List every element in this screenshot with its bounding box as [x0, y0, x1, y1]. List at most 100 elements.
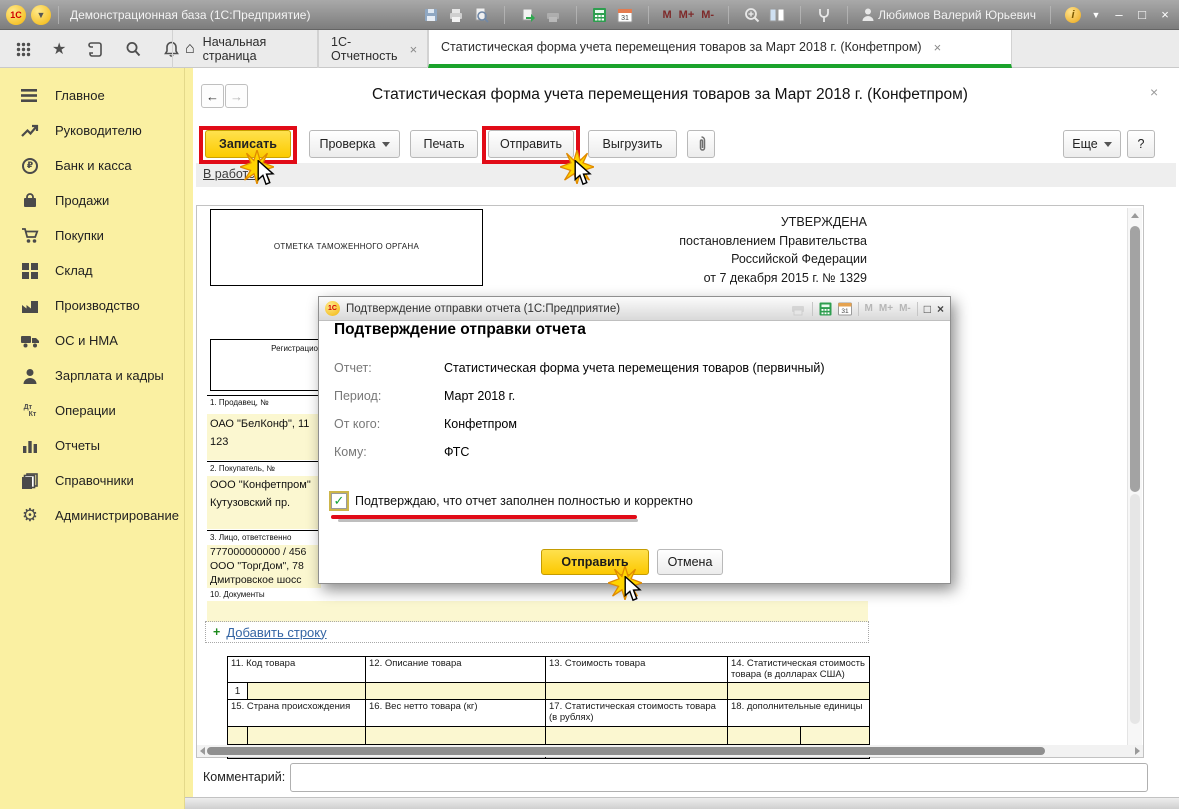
sidebar-item-warehouse[interactable]: Склад: [0, 253, 184, 288]
confirm-checkbox-label: Подтверждаю, что отчет заполнен полность…: [355, 494, 693, 508]
approved-block: УТВЕРЖДЕНА постановлением Правительства …: [557, 213, 867, 287]
print-icon[interactable]: [447, 6, 465, 24]
divider: [857, 301, 859, 316]
seller-label: 1. Продавец, №: [210, 398, 269, 407]
memory-mminus-button[interactable]: M-: [701, 9, 714, 21]
tab-1c-reporting[interactable]: 1С-Отчетность ×: [318, 30, 428, 68]
seller-input[interactable]: ОАО "БелКонф", 11 123: [207, 414, 321, 460]
forward-button[interactable]: →: [225, 84, 248, 108]
sidebar-item-bank-cash[interactable]: ₽ Банк и касса: [0, 148, 184, 183]
dialog-close-button[interactable]: ×: [937, 302, 944, 316]
approved-line: Российской Федерации: [731, 252, 867, 266]
zoom-icon[interactable]: [743, 6, 761, 24]
calculator-icon[interactable]: [819, 302, 832, 316]
calendar-icon[interactable]: 31: [837, 302, 852, 316]
more-button[interactable]: Еще: [1063, 130, 1121, 158]
scroll-right-icon[interactable]: [1135, 747, 1140, 755]
add-row-link[interactable]: Добавить строку: [226, 625, 326, 640]
tools-grid-icon[interactable]: [14, 40, 32, 58]
input-cell[interactable]: [545, 726, 728, 745]
dialog-field-from: От кого: Конфетпром: [334, 417, 517, 431]
minimize-button[interactable]: –: [1111, 7, 1127, 22]
scroll-up-icon[interactable]: [1131, 213, 1139, 218]
sidebar-item-fixed-assets[interactable]: ОС и НМА: [0, 323, 184, 358]
back-button[interactable]: ←: [201, 84, 224, 108]
split-view-icon[interactable]: [768, 6, 786, 24]
memory-m-button[interactable]: M: [663, 9, 672, 21]
sidebar-item-label: Зарплата и кадры: [55, 368, 164, 383]
add-row-container[interactable]: + Добавить строку: [205, 621, 869, 643]
scroll-left-icon[interactable]: [200, 747, 205, 755]
close-window-button[interactable]: ×: [1157, 7, 1173, 22]
input-cell[interactable]: [545, 682, 728, 700]
sidebar-item-main[interactable]: Главное: [0, 78, 184, 113]
comment-input[interactable]: [290, 763, 1148, 792]
sidebar-item-administration[interactable]: ⚙ Администрирование: [0, 498, 184, 533]
main-menu-button[interactable]: ▼: [31, 4, 51, 25]
input-cell[interactable]: [247, 682, 366, 700]
col-header: 12. Описание товара: [365, 656, 546, 683]
dialog-maximize-button[interactable]: □: [924, 302, 931, 316]
info-button[interactable]: i: [1065, 6, 1081, 23]
input-cell[interactable]: [365, 682, 546, 700]
form-horizontal-scrollbar[interactable]: [197, 745, 1143, 757]
buyer-input[interactable]: ООО "Конфетпром" Кутузовский пр.: [207, 476, 321, 529]
export-button[interactable]: Выгрузить: [588, 130, 677, 158]
books-icon: [20, 471, 40, 491]
sidebar-item-label: Администрирование: [55, 508, 179, 523]
send-document-icon[interactable]: [519, 6, 537, 24]
input-cell[interactable]: [227, 726, 248, 745]
confirm-checkbox[interactable]: ✓: [329, 491, 349, 511]
maximize-button[interactable]: □: [1134, 7, 1150, 22]
info-dropdown-icon[interactable]: ▼: [1088, 10, 1104, 20]
form-vertical-scrollbar[interactable]: [1127, 208, 1142, 756]
print-button[interactable]: Печать: [410, 130, 478, 158]
sidebar-item-reports[interactable]: Отчеты: [0, 428, 184, 463]
responsible-label: 3. Лицо, ответственно: [210, 533, 292, 542]
sidebar-item-operations[interactable]: Дт Кт Операции: [0, 393, 184, 428]
responsible-input[interactable]: 777000000000 / 456 ООО "ТоргДом", 78 Дми…: [207, 545, 321, 588]
input-cell[interactable]: [247, 726, 366, 745]
documents-input[interactable]: [207, 601, 868, 622]
scroll-thumb[interactable]: [1130, 226, 1140, 492]
sidebar-item-directories[interactable]: Справочники: [0, 463, 184, 498]
input-cell[interactable]: [727, 726, 801, 745]
input-cell[interactable]: [365, 726, 546, 745]
input-cell[interactable]: [800, 726, 870, 745]
responsible-value: Дмитровское шосс: [210, 574, 302, 586]
favorites-star-icon[interactable]: ★: [52, 39, 66, 59]
print-preview-icon[interactable]: [472, 6, 490, 24]
calendar-icon[interactable]: 31: [616, 6, 634, 24]
customs-mark-box: ОТМЕТКА ТАМОЖЕННОГО ОРГАНА: [210, 209, 483, 286]
close-form-icon[interactable]: ×: [1150, 84, 1158, 100]
scroll-thumb[interactable]: [207, 747, 1045, 755]
sidebar-item-manager[interactable]: Руководителю: [0, 113, 184, 148]
check-button[interactable]: Проверка: [309, 130, 400, 158]
history-icon[interactable]: [86, 40, 104, 58]
scroll-track[interactable]: [1130, 494, 1140, 724]
tab-bar: ★ ⌂ Начальная страница 1С-Отчетность × С…: [0, 30, 1179, 68]
col-header: 18. дополнительные единицы: [727, 699, 870, 727]
current-user[interactable]: Любимов Валерий Юрьевич: [862, 8, 1036, 22]
more-button-label: Еще: [1072, 137, 1098, 151]
divider: [1050, 5, 1051, 24]
calculator-icon[interactable]: [591, 6, 609, 24]
sidebar-item-production[interactable]: Производство: [0, 288, 184, 323]
input-cell[interactable]: [727, 682, 870, 700]
save-icon[interactable]: [422, 6, 440, 24]
warehouse-grid-icon: [20, 261, 40, 281]
close-tab-icon[interactable]: ×: [934, 40, 942, 55]
sidebar-item-purchases[interactable]: Покупки: [0, 218, 184, 253]
sidebar-item-salary-hr[interactable]: Зарплата и кадры: [0, 358, 184, 393]
dialog-cancel-button[interactable]: Отмена: [657, 549, 723, 575]
field-label: Кому:: [334, 445, 367, 459]
memory-mplus-button[interactable]: M+: [679, 9, 695, 21]
close-tab-icon[interactable]: ×: [410, 42, 418, 57]
attachments-button[interactable]: [687, 130, 715, 158]
search-icon[interactable]: [124, 40, 142, 58]
sidebar-item-sales[interactable]: Продажи: [0, 183, 184, 218]
service-settings-icon[interactable]: [815, 6, 833, 24]
help-button[interactable]: ?: [1127, 130, 1155, 158]
tab-home[interactable]: ⌂ Начальная страница: [172, 30, 318, 68]
tab-statistical-form[interactable]: Статистическая форма учета перемещения т…: [428, 30, 1012, 68]
